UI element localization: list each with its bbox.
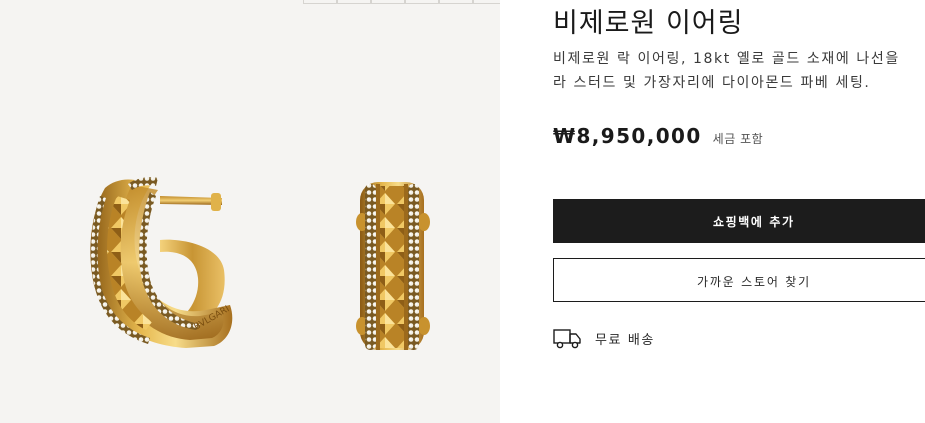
- truck-icon: [553, 329, 581, 349]
- right-earring: [356, 182, 430, 350]
- find-store-label: 가까운 스토어 찾기: [697, 275, 811, 289]
- product-image-gallery: BVLGARI: [0, 0, 500, 423]
- add-to-bag-label: 쇼핑백에 추가: [713, 215, 795, 229]
- product-page: BVLGARI 비제로원 이어링 비제로원 락 이어링, 18kt 옐로 골드 …: [0, 0, 925, 423]
- find-store-button[interactable]: 가까운 스토어 찾기: [553, 258, 925, 302]
- product-description: 비제로원 락 이어링, 18kt 옐로 골드 소재에 나선을 라 스터드 및 가…: [553, 47, 925, 95]
- product-price: ₩8,950,000: [553, 124, 702, 148]
- description-line: 비제로원 락 이어링, 18kt 옐로 골드 소재에 나선을: [553, 51, 900, 67]
- price-row: ₩8,950,000 세금 포함: [553, 124, 763, 148]
- shipping-info: 무료 배송: [553, 326, 655, 350]
- add-to-bag-button[interactable]: 쇼핑백에 추가: [553, 199, 925, 243]
- product-title: 비제로원 이어링: [553, 8, 744, 39]
- product-info: 비제로원 이어링 비제로원 락 이어링, 18kt 옐로 골드 소재에 나선을 …: [553, 0, 925, 423]
- description-line: 라 스터드 및 가장자리에 다이아몬드 파베 세팅.: [553, 75, 871, 91]
- shipping-label: 무료 배송: [595, 332, 655, 348]
- left-earring: BVLGARI: [90, 177, 233, 348]
- tax-note: 세금 포함: [712, 132, 764, 146]
- product-image[interactable]: BVLGARI: [0, 0, 500, 423]
